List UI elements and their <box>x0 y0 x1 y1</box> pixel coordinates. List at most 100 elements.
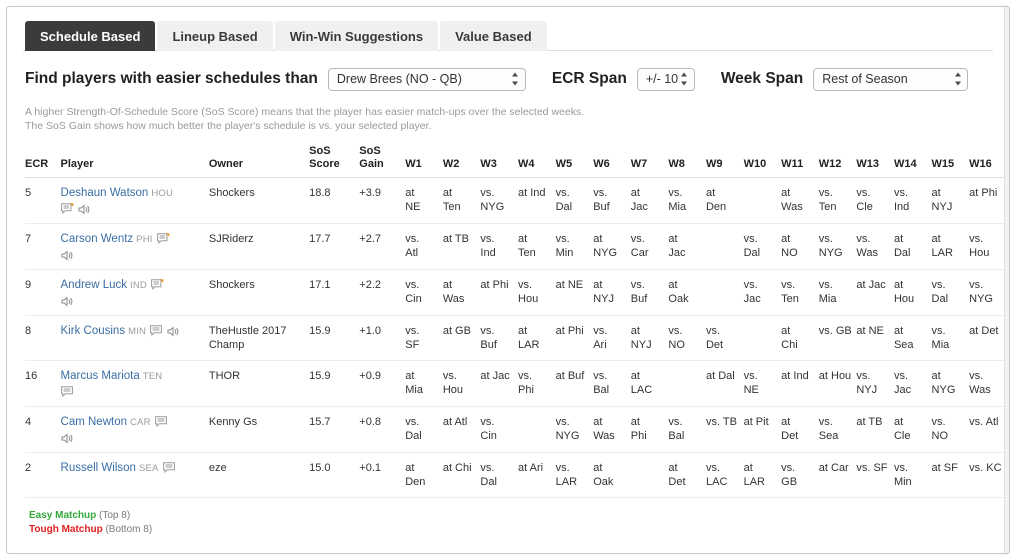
note-icon[interactable] <box>60 386 74 398</box>
cell-week-6: at Oak <box>593 452 631 499</box>
cell-week-12: at Hou <box>818 360 857 408</box>
cell-week-8: at Jac <box>668 223 706 271</box>
cell-week-2: at Ten <box>442 177 481 225</box>
week-matchup-line1: vs. <box>781 462 796 475</box>
cell-week-15: at NYG <box>931 360 970 408</box>
player-select[interactable]: Drew Brees (NO - QB) <box>327 67 526 91</box>
column-header-sos-score[interactable]: SoS Score <box>309 145 360 178</box>
week-matchup-line2: Cle <box>893 430 911 443</box>
speaker-icon[interactable] <box>167 326 180 337</box>
player-team: SEA <box>138 463 159 475</box>
week-matchup-line1: at <box>893 233 904 246</box>
week-matchup-line1: vs. <box>893 462 909 475</box>
note-new-icon[interactable] <box>151 279 164 291</box>
cell-week-7: vs. Buf <box>630 269 669 317</box>
cell-ecr: 9 <box>25 269 61 317</box>
column-header-owner[interactable]: Owner <box>208 145 310 178</box>
column-header-player[interactable]: Player <box>60 145 209 178</box>
column-header-week-15[interactable]: W15 <box>931 145 970 178</box>
cell-ecr: 4 <box>25 406 61 454</box>
cell-week-3: vs. Dal <box>480 452 519 499</box>
week-matchup-line1: vs. <box>969 279 984 292</box>
column-header-week-2[interactable]: W2 <box>442 145 481 178</box>
week-matchup-line1: at Atl <box>442 416 468 429</box>
speaker-icon[interactable] <box>78 204 91 215</box>
player-name-link[interactable]: Andrew Luck <box>61 279 127 291</box>
week-matchup-line1: vs. <box>818 187 833 199</box>
column-header-week-7[interactable]: W7 <box>630 145 669 178</box>
chevron-updown-icon <box>954 72 961 86</box>
note-new-icon[interactable] <box>60 203 74 215</box>
vertical-scrollbar[interactable] <box>1004 7 1009 553</box>
speaker-icon[interactable] <box>61 433 74 444</box>
note-icon[interactable] <box>154 416 168 428</box>
note-icon[interactable] <box>162 462 176 474</box>
week-matchup-line2: Jac <box>743 293 761 306</box>
column-header-week-1[interactable]: W1 <box>405 145 443 178</box>
column-header-week-9[interactable]: W9 <box>705 145 744 178</box>
week-matchup-line1: at <box>705 187 716 199</box>
week-matchup-line1: vs. <box>969 370 984 383</box>
column-header-week-5[interactable]: W5 <box>555 145 594 178</box>
column-header-week-4[interactable]: W4 <box>518 145 556 178</box>
week-matchup-line2: Ten <box>442 201 461 213</box>
tab-lineup-based[interactable]: Lineup Based <box>157 21 273 51</box>
player-name-link[interactable]: Cam Newton <box>61 416 127 428</box>
cell-week-12: at Car <box>818 452 857 499</box>
week-matchup-line2: Dal <box>555 201 573 213</box>
week-matchup-line1: at GB <box>442 325 471 338</box>
tab-win-win-suggestions[interactable]: Win-Win Suggestions <box>274 21 439 51</box>
week-matchup-line2: Min <box>555 247 574 260</box>
player-name-link[interactable]: Carson Wentz <box>61 233 134 245</box>
cell-sos-score: 15.0 <box>309 452 360 499</box>
cell-week-12: vs. GB <box>818 315 857 362</box>
column-header-week-13[interactable]: W13 <box>856 145 894 178</box>
column-header-week-6[interactable]: W6 <box>593 145 631 178</box>
cell-week-16: vs. Hou <box>969 223 1007 271</box>
speaker-icon[interactable] <box>61 296 74 307</box>
cell-week-10: at Pit <box>743 406 782 454</box>
cell-week-8: at Oak <box>668 269 706 317</box>
column-header-week-8[interactable]: W8 <box>668 145 706 178</box>
week-matchup-line2: NO <box>668 339 685 352</box>
player-name-link[interactable]: Kirk Cousins <box>61 325 126 337</box>
cell-week-11: at Chi <box>781 315 819 362</box>
week-span-select[interactable]: Rest of Season <box>813 67 969 91</box>
note-new-icon[interactable] <box>156 233 170 245</box>
week-matchup-line2: NYJ <box>630 339 652 352</box>
tab-bar: Schedule Based Lineup Based Win-Win Sugges… <box>23 17 993 51</box>
column-header-week-16[interactable]: W16 <box>969 145 1007 178</box>
player-name-link[interactable]: Marcus Mariota <box>61 370 140 382</box>
week-matchup-line1: vs. <box>480 233 495 246</box>
week-matchup-line2: Bal <box>593 384 610 397</box>
week-matchup-line1: at Hou <box>818 370 852 383</box>
week-matchup-line2: Car <box>630 247 649 260</box>
week-matchup-line1: vs. <box>856 233 871 246</box>
cell-week-13: vs. Was <box>856 223 894 271</box>
note-icon[interactable] <box>150 325 163 337</box>
column-header-week-12[interactable]: W12 <box>818 145 857 178</box>
tab-value-based[interactable]: Value Based <box>440 21 547 51</box>
tab-schedule-based[interactable]: Schedule Based <box>25 21 156 51</box>
week-span-value: Rest of Season <box>822 72 908 86</box>
column-header-sos-gain[interactable]: SoS Gain <box>359 145 406 178</box>
cell-week-5: vs. Dal <box>555 177 594 225</box>
cell-player: Kirk Cousins MIN <box>60 315 209 362</box>
player-name-link[interactable]: Deshaun Watson <box>61 187 149 199</box>
column-header-week-11[interactable]: W11 <box>781 145 819 178</box>
ecr-span-select[interactable]: +/- 10 <box>636 67 695 91</box>
column-header-week-10[interactable]: W10 <box>743 145 782 178</box>
cell-week-10: at LAR <box>743 452 782 499</box>
cell-week-7: at NYJ <box>630 315 669 362</box>
player-name-link[interactable]: Russell Wilson <box>61 462 136 474</box>
speaker-icon[interactable] <box>61 250 74 261</box>
week-matchup-line1: at Ind <box>781 370 809 383</box>
column-header-week-3[interactable]: W3 <box>480 145 519 178</box>
week-matchup-line1: vs. <box>743 370 758 383</box>
column-header-week-14[interactable]: W14 <box>893 145 932 178</box>
week-matchup-line1: at <box>405 187 415 199</box>
week-matchup-line1: at <box>593 462 603 475</box>
week-matchup-line1: at <box>405 462 415 475</box>
cell-week-1: at Mia <box>405 360 443 408</box>
column-header-ecr[interactable]: ECR <box>25 145 61 178</box>
